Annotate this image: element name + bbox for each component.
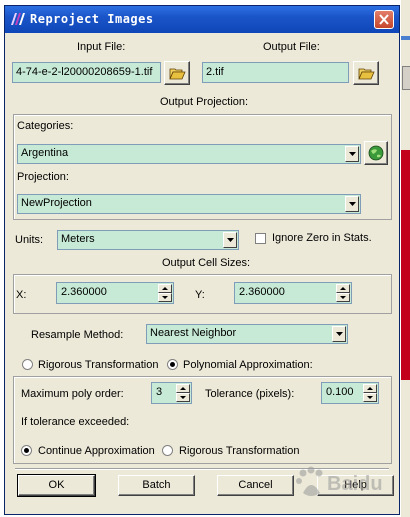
input-file-browse-button[interactable] xyxy=(164,61,190,85)
cell-x-label: X: xyxy=(16,289,27,301)
units-label: Units: xyxy=(15,234,44,246)
polynomial-approximation-label: Polynomial Approximation: xyxy=(183,359,313,371)
cell-y-spinner[interactable]: 2.360000 xyxy=(234,282,352,304)
poly-order-label: Maximum poly order: xyxy=(21,388,124,400)
watermark-text: Baidu xyxy=(327,473,383,495)
input-file-field[interactable]: 4-74-e-2-l20000208659-1.tif xyxy=(12,62,161,83)
cell-x-value: 2.360000 xyxy=(61,286,107,298)
continue-approximation-label: Continue Approximation xyxy=(38,445,155,457)
ignore-zero-checkbox[interactable] xyxy=(255,233,266,244)
input-file-label: Input File: xyxy=(77,41,126,53)
output-file-browse-button[interactable] xyxy=(353,61,379,85)
spin-down-icon[interactable] xyxy=(158,293,172,302)
spin-up-icon[interactable] xyxy=(158,284,172,293)
output-file-label: Output File: xyxy=(263,41,320,53)
chevron-down-icon[interactable] xyxy=(345,146,359,162)
chevron-down-icon[interactable] xyxy=(223,232,237,248)
background-panel xyxy=(401,150,410,380)
units-value: Meters xyxy=(61,233,95,245)
continue-approximation-radio[interactable] xyxy=(21,445,32,456)
tolerance-spinner[interactable]: 0.100 xyxy=(321,382,379,404)
spin-down-icon[interactable] xyxy=(363,393,377,402)
close-button[interactable] xyxy=(374,10,394,29)
poly-order-spinner[interactable]: 3 xyxy=(151,382,192,404)
close-icon xyxy=(379,14,389,25)
window-title: Reproject Images xyxy=(30,12,154,26)
tolerance-exceeded-label: If tolerance exceeded: xyxy=(21,416,130,428)
spin-up-icon[interactable] xyxy=(176,384,190,393)
cell-x-spinner[interactable]: 2.360000 xyxy=(56,282,174,304)
spin-down-icon[interactable] xyxy=(176,393,190,402)
polynomial-approximation-radio[interactable] xyxy=(167,359,178,370)
app-icon xyxy=(11,13,25,25)
projection-dropdown[interactable]: NewProjection xyxy=(17,194,361,214)
resample-dropdown[interactable]: Nearest Neighbor xyxy=(146,324,348,344)
rigorous-transformation-radio[interactable] xyxy=(22,359,33,370)
categories-value: Argentina xyxy=(21,147,69,159)
units-dropdown[interactable]: Meters xyxy=(57,230,239,250)
background-desktop xyxy=(401,0,410,517)
cell-y-value: 2.360000 xyxy=(239,286,285,298)
cell-sizes-label: Output Cell Sizes: xyxy=(162,257,251,269)
cell-y-label: Y: xyxy=(195,289,205,301)
rigorous-transformation-label: Rigorous Transformation xyxy=(38,359,159,371)
globe-button[interactable] xyxy=(364,141,388,165)
folder-open-icon xyxy=(169,68,186,80)
projection-label: Projection: xyxy=(17,171,69,183)
spin-up-icon[interactable] xyxy=(363,384,377,393)
cancel-button[interactable]: Cancel xyxy=(217,475,294,496)
ok-button[interactable]: OK xyxy=(17,474,96,497)
poly-order-value: 3 xyxy=(156,386,163,398)
output-projection-label: Output Projection: xyxy=(160,96,249,108)
tolerance-value: 0.100 xyxy=(326,386,354,398)
spin-down-icon[interactable] xyxy=(336,293,350,302)
title-bar[interactable]: Reproject Images xyxy=(5,6,399,33)
projection-value: NewProjection xyxy=(21,197,92,209)
baidu-watermark: Baidu xyxy=(296,466,383,496)
exceeded-rigorous-transformation-label: Rigorous Transformation xyxy=(179,445,300,457)
categories-label: Categories: xyxy=(17,120,74,132)
resample-label: Resample Method: xyxy=(31,329,124,341)
spin-up-icon[interactable] xyxy=(336,284,350,293)
output-file-field[interactable]: 2.tif xyxy=(202,62,349,83)
reproject-images-dialog: Reproject Images Input File: 4-74-e-2-l2… xyxy=(4,5,400,515)
ignore-zero-label: Ignore Zero in Stats. xyxy=(272,232,372,244)
tolerance-label: Tolerance (pixels): xyxy=(205,388,295,400)
folder-open-icon xyxy=(358,68,375,80)
categories-dropdown[interactable]: Argentina xyxy=(17,144,361,164)
globe-icon xyxy=(368,145,384,161)
resample-value: Nearest Neighbor xyxy=(150,327,237,339)
background-strip xyxy=(401,36,410,40)
background-toolbar-button xyxy=(402,66,410,90)
chevron-down-icon[interactable] xyxy=(345,196,359,212)
chevron-down-icon[interactable] xyxy=(332,326,346,342)
batch-button[interactable]: Batch xyxy=(118,475,195,496)
exceeded-rigorous-transformation-radio[interactable] xyxy=(162,445,173,456)
